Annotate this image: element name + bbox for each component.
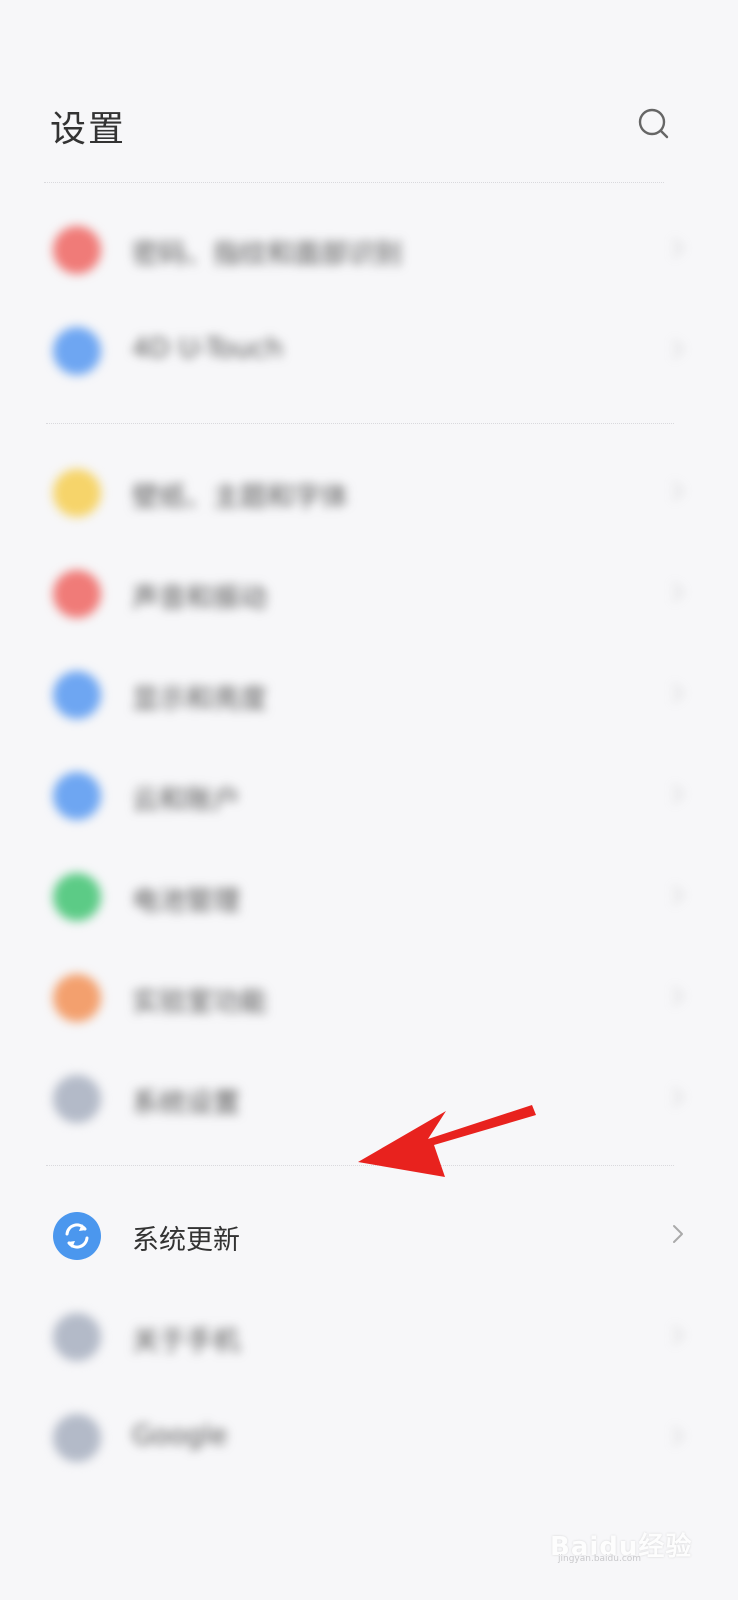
settings-item-icon — [53, 570, 101, 618]
settings-item-label: 4D U-Touch — [132, 333, 284, 364]
settings-item-1-1[interactable]: 声音和振动 — [0, 544, 738, 644]
settings-item-label: 实验室功能 — [132, 987, 267, 1018]
watermark-url: jingyan.baidu.com — [558, 1554, 642, 1564]
settings-item-label: 电池管理 — [132, 886, 240, 917]
settings-item-icon — [53, 327, 101, 375]
refresh-icon — [53, 1212, 101, 1260]
settings-item-2-2[interactable]: Google — [0, 1388, 738, 1488]
settings-item-label: 壁纸、主题和字体 — [132, 482, 348, 513]
settings-item-label: 云和账户 — [132, 785, 240, 816]
chevron-right-icon — [672, 784, 684, 804]
chevron-right-icon — [672, 683, 684, 703]
page-title: 设置 — [50, 109, 127, 150]
settings-item-label: 系统更新 — [132, 1225, 240, 1256]
chevron-right-icon — [672, 1426, 684, 1446]
chevron-right-icon — [672, 885, 684, 905]
settings-item-label: 显示和亮度 — [132, 684, 267, 715]
settings-item-label: 密码、指纹和面部识别 — [132, 239, 402, 270]
section-divider — [46, 423, 674, 424]
chevron-right-icon — [672, 238, 684, 258]
settings-item-icon — [53, 1075, 101, 1123]
settings-item-1-5[interactable]: 实验室功能 — [0, 948, 738, 1048]
settings-item-icon — [53, 873, 101, 921]
chevron-right-icon — [672, 1325, 684, 1345]
settings-item-icon — [53, 1313, 101, 1361]
chevron-right-icon — [672, 339, 684, 359]
search-icon — [638, 108, 669, 139]
baidu-watermark: Baidu经验 jingyan.baidu.com — [550, 1516, 700, 1566]
red-arrow-annotation — [358, 1105, 536, 1177]
settings-item-2-0[interactable]: 系统更新 — [0, 1186, 738, 1286]
chevron-right-icon — [672, 582, 684, 602]
settings-item-label: 系统设置 — [132, 1088, 240, 1119]
settings-item-icon — [53, 469, 101, 517]
chevron-right-icon — [672, 1087, 684, 1107]
settings-item-icon — [53, 772, 101, 820]
arrow-shape — [358, 1105, 536, 1177]
settings-item-0-0[interactable]: 密码、指纹和面部识别 — [0, 200, 738, 300]
settings-item-2-1[interactable]: 关于手机 — [0, 1287, 738, 1387]
chevron-right-icon — [672, 1224, 684, 1244]
settings-item-1-4[interactable]: 电池管理 — [0, 847, 738, 947]
chevron-right-icon — [672, 986, 684, 1006]
settings-item-label: Google — [132, 1420, 228, 1451]
settings-item-icon — [53, 974, 101, 1022]
settings-item-icon — [53, 671, 101, 719]
settings-item-1-2[interactable]: 显示和亮度 — [0, 645, 738, 745]
settings-item-1-0[interactable]: 壁纸、主题和字体 — [0, 443, 738, 543]
settings-item-label: 关于手机 — [132, 1326, 240, 1357]
chevron-right-icon — [672, 481, 684, 501]
settings-item-1-3[interactable]: 云和账户 — [0, 746, 738, 846]
settings-item-label: 声音和振动 — [132, 583, 267, 614]
header: 设置 — [0, 0, 738, 185]
search-button[interactable] — [634, 104, 674, 144]
settings-item-icon — [53, 226, 101, 274]
header-divider — [44, 182, 664, 183]
settings-item-icon — [53, 1414, 101, 1462]
settings-item-0-1[interactable]: 4D U-Touch — [0, 301, 738, 401]
